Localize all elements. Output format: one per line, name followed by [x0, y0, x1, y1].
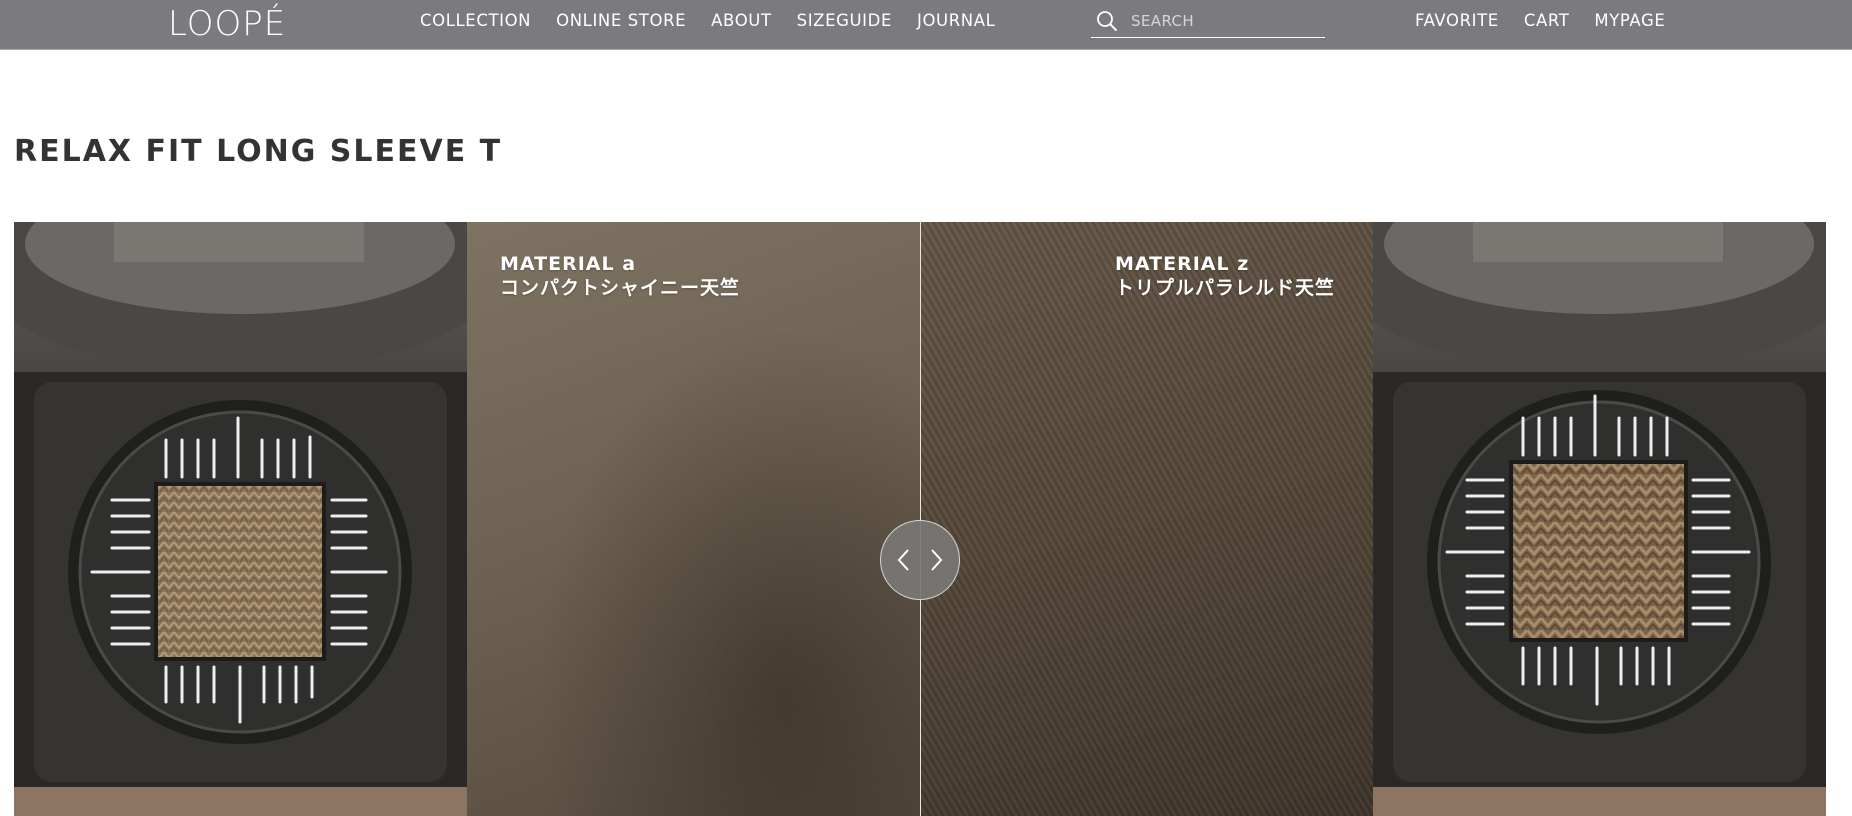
nav-collection[interactable]: COLLECTION — [420, 11, 531, 30]
material-a-name: MATERIAL a — [500, 253, 637, 275]
nav-mypage[interactable]: MYPAGE — [1594, 11, 1665, 30]
utility-nav: FAVORITE CART MYPAGE — [1415, 0, 1665, 40]
search-box — [1091, 5, 1325, 38]
top-navigation-bar: LOOPÉ COLLECTION ONLINE STORE ABOUT SIZE… — [0, 0, 1852, 50]
fabric-closeup-material-z — [921, 222, 1373, 816]
nav-online-store[interactable]: ONLINE STORE — [556, 11, 686, 30]
comparison-slider-handle[interactable] — [880, 520, 960, 600]
nav-journal[interactable]: JOURNAL — [917, 11, 995, 30]
brand-logo[interactable]: LOOPÉ — [168, 4, 286, 44]
comparison-divider — [920, 222, 921, 816]
main-nav: COLLECTION ONLINE STORE ABOUT SIZEGUIDE … — [420, 0, 995, 40]
material-z-name: MATERIAL z — [1115, 253, 1250, 275]
nav-favorite[interactable]: FAVORITE — [1415, 11, 1499, 30]
loupe-image-material-z — [1373, 222, 1826, 816]
fabric-closeup-material-a — [467, 222, 920, 816]
chevron-right-icon — [927, 547, 945, 573]
nav-cart[interactable]: CART — [1524, 11, 1570, 30]
page-title: RELAX FIT LONG SLEEVE T — [14, 134, 503, 169]
material-a-label: MATERIAL a コンパクトシャイニー天竺 — [500, 252, 740, 300]
chevron-left-icon — [895, 547, 913, 573]
material-z-label: MATERIAL z トリプルパラレルド天竺 — [1115, 252, 1335, 300]
material-a-fabric: コンパクトシャイニー天竺 — [500, 277, 741, 299]
material-z-fabric: トリプルパラレルド天竺 — [1115, 277, 1336, 299]
search-input[interactable] — [1129, 11, 1319, 31]
search-icon[interactable] — [1093, 7, 1121, 35]
nav-sizeguide[interactable]: SIZEGUIDE — [797, 11, 892, 30]
loupe-image-material-a — [14, 222, 467, 816]
material-comparison: MATERIAL a コンパクトシャイニー天竺 MATERIAL z トリプルパ… — [14, 222, 1826, 816]
nav-about[interactable]: ABOUT — [711, 11, 771, 30]
